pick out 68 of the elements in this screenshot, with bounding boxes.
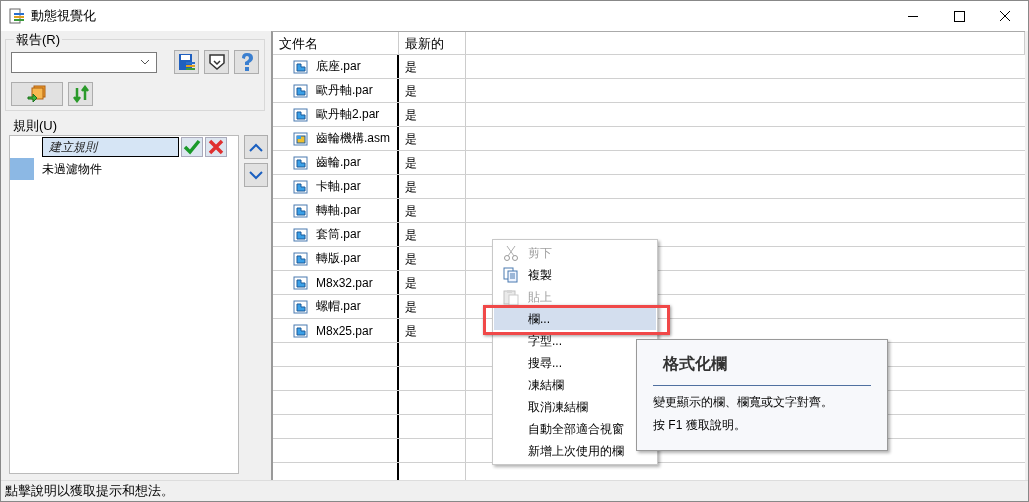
- part-file-icon: [293, 227, 308, 242]
- table-cell: 是: [399, 199, 466, 222]
- part-file-icon: [293, 179, 308, 194]
- disk-icon: [177, 53, 196, 71]
- part-file-icon: [293, 203, 308, 218]
- clipboard-icon: [503, 289, 519, 305]
- tooltip-hint: 按 F1 獲取說明。: [653, 417, 747, 434]
- file-name: 齒輪.par: [316, 154, 361, 171]
- move-down-button[interactable]: [244, 163, 268, 187]
- file-name: M8x32.par: [316, 275, 373, 290]
- file-name: 歐丹軸.par: [316, 82, 373, 99]
- table-cell: 是: [399, 295, 466, 318]
- part-file-icon: [293, 251, 308, 266]
- move-up-button[interactable]: [244, 135, 268, 159]
- report-dropdown[interactable]: [11, 51, 157, 73]
- table-cell: 是: [399, 271, 466, 294]
- apply-button[interactable]: [11, 82, 63, 106]
- chevron-up-icon: [249, 142, 263, 152]
- help-button[interactable]: [234, 50, 259, 74]
- table-cell: 是: [399, 319, 466, 342]
- save-button[interactable]: [174, 50, 199, 74]
- file-name: 歐丹軸2.par: [316, 106, 380, 123]
- chevron-down-icon: [140, 59, 150, 65]
- window-title: 動態視覺化: [31, 7, 97, 25]
- download-button[interactable]: [204, 50, 229, 74]
- cube-arrow-icon: [27, 85, 47, 103]
- table-cell: 是: [399, 223, 466, 246]
- file-name: 卡軸.par: [316, 178, 361, 195]
- tooltip-text: 變更顯示的欄、欄寬或文字對齊。: [653, 394, 834, 411]
- file-name: 轉軸.par: [316, 202, 361, 219]
- status-bar: 點擊說明以獲取提示和想法。: [1, 480, 1028, 501]
- menu-item[interactable]: 欄...: [494, 308, 656, 330]
- file-name: 底座.par: [316, 58, 361, 75]
- table-cell: 是: [399, 79, 466, 102]
- rule-name-field[interactable]: 建立規則: [42, 137, 179, 157]
- group-label: 報告(R): [14, 31, 63, 49]
- chevron-down-icon: [249, 170, 263, 180]
- part-file-icon: [293, 155, 308, 170]
- part-file-icon: [293, 323, 308, 338]
- rule-item[interactable]: 未過濾物件: [42, 160, 102, 178]
- x-icon: [208, 139, 224, 155]
- assembly-file-icon: [293, 131, 308, 146]
- table-cell: 是: [399, 55, 466, 78]
- menu-item[interactable]: 複製: [494, 264, 656, 286]
- app-icon: [9, 8, 25, 24]
- table-cell: 是: [399, 175, 466, 198]
- checkmark-icon: [183, 139, 201, 155]
- rules-label: 規則(U): [13, 117, 59, 135]
- tooltip-title: 格式化欄: [653, 354, 871, 386]
- part-file-icon: [293, 275, 308, 290]
- file-name: 齒輪機構.asm: [316, 130, 390, 147]
- scissors-icon: [503, 245, 519, 261]
- table-cell: 是: [399, 151, 466, 174]
- file-name: 轉版.par: [316, 250, 361, 267]
- part-file-icon: [293, 107, 308, 122]
- file-name: M8x25.par: [316, 323, 373, 338]
- file-name: 套筒.par: [316, 226, 361, 243]
- arrow-down-icon: [207, 53, 226, 71]
- part-file-icon: [293, 299, 308, 314]
- table-cell: 是: [399, 103, 466, 126]
- part-file-icon: [293, 83, 308, 98]
- part-file-icon: [293, 59, 308, 74]
- cancel-button[interactable]: [205, 137, 227, 157]
- table-cell: 是: [399, 127, 466, 150]
- file-name: 螺帽.par: [316, 298, 361, 315]
- copy-icon: [503, 267, 519, 283]
- confirm-button[interactable]: [181, 137, 203, 157]
- table-cell: 是: [399, 247, 466, 270]
